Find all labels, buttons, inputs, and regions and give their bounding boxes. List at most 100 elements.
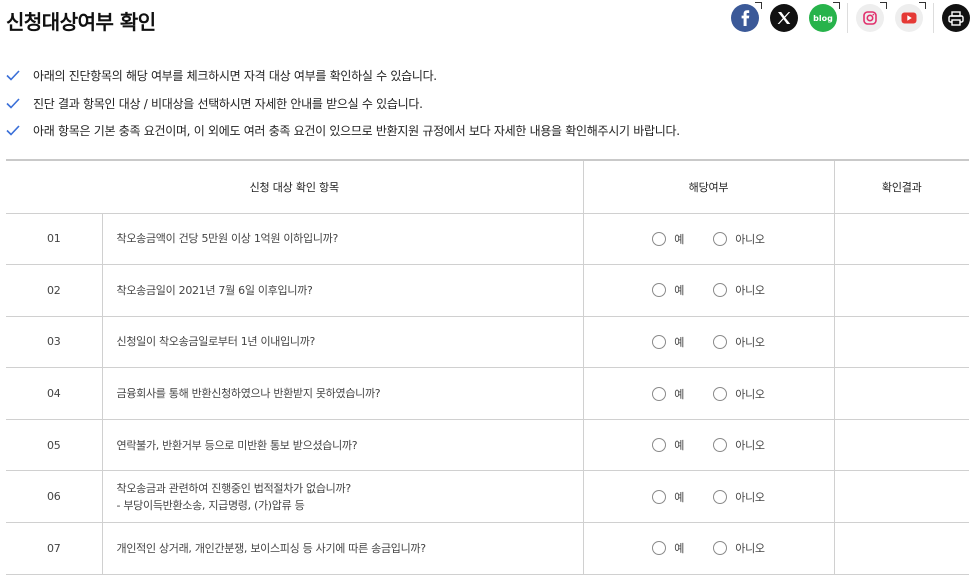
header-result: 확인결과 [834,160,969,214]
radio-circle[interactable] [652,489,667,504]
radio-yes[interactable]: 예 [652,437,684,453]
radio-circle[interactable] [713,541,728,556]
radio-label: 예 [674,490,685,504]
radio-no[interactable]: 아니오 [713,231,765,247]
radio-circle[interactable] [652,438,667,453]
question-text: 착오송금일이 2021년 7월 6일 이후입니까? [116,283,313,297]
table-header-row: 신청 대상 확인 항목 해당여부 확인결과 [6,160,969,214]
radio-circle[interactable] [713,386,728,401]
facebook-share-button[interactable] [731,2,762,32]
answer-cell: 예 아니오 [583,522,835,575]
radio-no[interactable]: 아니오 [713,489,765,505]
radio-circle[interactable] [713,489,728,504]
answer-cell: 예 아니오 [583,316,835,369]
answer-cell: 예 아니오 [583,264,835,317]
answer-cell: 예 아니오 [583,367,835,420]
header-item: 신청 대상 확인 항목 [6,160,584,214]
radio-circle[interactable] [713,231,728,246]
result-cell [834,213,969,266]
question-cell: 착오송금과 관련하여 진행중인 법적절차가 없습니까? - 부당이득반환소송, … [102,470,584,524]
result-cell [834,419,969,472]
row-number: 03 [6,316,103,369]
printer-icon [948,10,964,26]
question-cell: 신청일이 착오송금일로부터 1년 이내입니까? [102,316,584,369]
radio-label: 아니오 [735,490,765,504]
instruction-item: 아래의 진단항목의 해당 여부를 체크하시면 자격 대상 여부를 확인하실 수 … [6,62,680,90]
question-text: 착오송금액이 건당 5만원 이상 1억원 이하입니까? [116,232,339,246]
radio-circle[interactable] [713,283,728,298]
radio-circle[interactable] [713,334,728,349]
question-cell: 착오송금일이 2021년 7월 6일 이후입니까? [102,264,584,317]
radio-yes[interactable]: 예 [652,334,684,350]
x-share-button[interactable] [770,4,798,32]
instagram-icon [863,11,877,25]
print-button[interactable] [942,4,970,32]
check-icon [6,98,20,109]
question-cell: 금융회사를 통해 반환신청하였으나 반환받지 못하였습니까? [102,367,584,420]
external-link-marker [833,2,840,9]
header-applicable: 해당여부 [583,160,835,214]
page-title: 신청대상여부 확인 [6,10,156,34]
table-row: 06 착오송금과 관련하여 진행중인 법적절차가 없습니까? - 부당이득반환소… [6,470,969,524]
question-cell: 개인적인 상거래, 개인간분쟁, 보이스피싱 등 사기에 따른 송금입니까? [102,522,584,575]
question-cell: 연락불가, 반환거부 등으로 미반환 통보 받으셨습니까? [102,419,584,472]
radio-label: 예 [674,232,685,246]
radio-circle[interactable] [713,438,728,453]
divider [847,3,848,33]
radio-circle[interactable] [652,231,667,246]
radio-circle[interactable] [652,386,667,401]
table-row: 07 개인적인 상거래, 개인간분쟁, 보이스피싱 등 사기에 따른 송금입니까… [6,522,969,575]
radio-label: 예 [674,542,685,556]
eligibility-check-table: 신청 대상 확인 항목 해당여부 확인결과 01 착오송금액이 건당 5만원 이… [6,159,969,575]
radio-yes[interactable]: 예 [652,386,684,402]
radio-no[interactable]: 아니오 [713,540,765,556]
answer-cell: 예 아니오 [583,470,835,524]
radio-no[interactable]: 아니오 [713,386,765,402]
blog-share-button[interactable]: blog [809,2,840,32]
blog-icon: blog [813,13,833,23]
share-bar: blog [720,2,970,33]
row-number: 01 [6,213,103,266]
result-cell [834,522,969,575]
question-text: 개인적인 상거래, 개인간분쟁, 보이스피싱 등 사기에 따른 송금입니까? [116,541,427,555]
result-cell [834,367,969,420]
youtube-share-button[interactable] [895,2,926,32]
radio-label: 아니오 [735,542,765,556]
question-subtext: - 부당이득반환소송, 지급명령, (가)압류 등 [116,498,305,512]
question-cell: 착오송금액이 건당 5만원 이상 1억원 이하입니까? [102,213,584,266]
radio-label: 아니오 [735,387,765,401]
question-text: 신청일이 착오송금일로부터 1년 이내입니까? [116,335,316,349]
x-icon [777,12,791,24]
radio-circle[interactable] [652,541,667,556]
instruction-text: 아래의 진단항목의 해당 여부를 체크하시면 자격 대상 여부를 확인하실 수 … [33,69,437,84]
question-text: 착오송금과 관련하여 진행중인 법적절차가 없습니까? [116,481,352,495]
row-number: 04 [6,367,103,420]
radio-circle[interactable] [652,283,667,298]
table-row: 04 금융회사를 통해 반환신청하였으나 반환받지 못하였습니까? 예 아니오 [6,367,969,420]
radio-yes[interactable]: 예 [652,231,684,247]
external-link-marker [880,2,887,9]
table-row: 05 연락불가, 반환거부 등으로 미반환 통보 받으셨습니까? 예 아니오 [6,419,969,472]
answer-cell: 예 아니오 [583,213,835,266]
instruction-text: 아래 항목은 기본 충족 요건이며, 이 외에도 여러 충족 요건이 있으므로 … [33,124,680,139]
row-number: 06 [6,470,103,524]
youtube-icon [901,12,917,24]
instruction-item: 아래 항목은 기본 충족 요건이며, 이 외에도 여러 충족 요건이 있으므로 … [6,117,680,145]
radio-no[interactable]: 아니오 [713,334,765,350]
check-icon [6,70,20,81]
row-number: 02 [6,264,103,317]
radio-no[interactable]: 아니오 [713,437,765,453]
radio-circle[interactable] [652,334,667,349]
radio-no[interactable]: 아니오 [713,282,765,298]
radio-label: 예 [674,439,685,453]
external-link-marker [919,2,926,9]
table-row: 02 착오송금일이 2021년 7월 6일 이후입니까? 예 아니오 [6,264,969,317]
result-cell [834,316,969,369]
divider [933,3,934,33]
radio-yes[interactable]: 예 [652,540,684,556]
table-row: 03 신청일이 착오송금일로부터 1년 이내입니까? 예 아니오 [6,316,969,369]
radio-yes[interactable]: 예 [652,282,684,298]
instagram-share-button[interactable] [856,2,887,32]
radio-yes[interactable]: 예 [652,489,684,505]
instruction-text: 진단 결과 항목인 대상 / 비대상을 선택하시면 자세한 안내를 받으실 수 … [33,96,423,111]
